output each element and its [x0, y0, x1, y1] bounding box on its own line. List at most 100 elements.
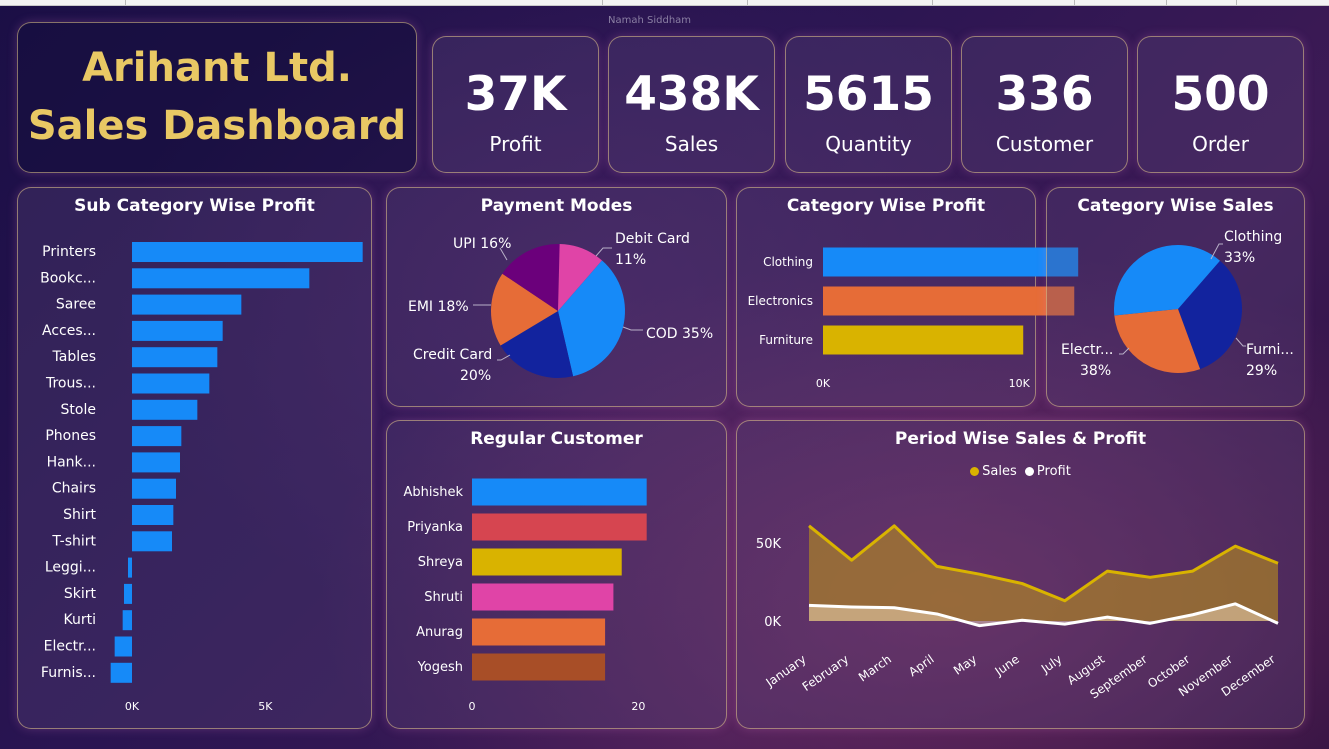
x-tick-label: June: [992, 652, 1022, 679]
kpi-card-customer[interactable]: 336 Customer: [961, 36, 1128, 173]
leader-line: [595, 247, 612, 257]
slice-label: Furni...: [1246, 342, 1294, 358]
slice-label: UPI 16%: [453, 236, 511, 252]
kpi-value: 438K: [624, 67, 759, 122]
leader-line: [1119, 347, 1130, 355]
subcategory-profit-panel[interactable]: Sub Category Wise Profit Printers Bookc..…: [17, 187, 372, 729]
tick-label: 0: [469, 700, 476, 713]
category-label: Printers: [42, 244, 96, 260]
bar[interactable]: [472, 618, 606, 646]
bar[interactable]: [132, 478, 176, 499]
tick-label: 0K: [816, 377, 831, 390]
category-label: Skirt: [64, 586, 97, 602]
category-label: Leggi...: [45, 560, 96, 576]
bar[interactable]: [124, 583, 132, 604]
bar[interactable]: [132, 347, 218, 368]
slice-label: 11%: [615, 252, 646, 268]
bar[interactable]: [472, 583, 614, 611]
kpi-value: 500: [1171, 67, 1270, 122]
author-name: Namah Siddham: [608, 15, 692, 26]
category-label: Phones: [45, 428, 96, 444]
kpi-card-order[interactable]: 500 Order: [1137, 36, 1304, 173]
category-label: Abhishek: [403, 485, 463, 500]
bar[interactable]: [132, 452, 180, 473]
category-label: Shreya: [418, 555, 463, 570]
slice-label: EMI 18%: [408, 299, 469, 315]
x-tick-label: July: [1038, 652, 1065, 676]
dashboard-title-card: Arihant Ltd. Sales Dashboard: [17, 22, 417, 173]
bar[interactable]: [132, 373, 210, 394]
tick-label: 10K: [1009, 377, 1031, 390]
bar[interactable]: [823, 247, 1079, 277]
slice-label: Clothing: [1224, 229, 1282, 245]
bar[interactable]: [132, 505, 174, 525]
ribbon-strip: [0, 0, 1329, 6]
payment-modes-chart[interactable]: COD 35% Credit Card 20% EMI 18% UPI 16% Debit…: [387, 188, 728, 408]
bar[interactable]: [132, 242, 363, 262]
category-label: Furnis...: [41, 665, 96, 681]
tick-label: 5K: [258, 700, 273, 713]
category-profit-panel[interactable]: Category Wise Profit Clothing Electronics…: [736, 187, 1079, 408]
bar[interactable]: [472, 513, 647, 541]
category-label: Priyanka: [407, 520, 463, 535]
bar[interactable]: [132, 268, 310, 289]
x-tick-label: May: [951, 652, 979, 678]
kpi-value: 5615: [803, 67, 934, 122]
category-label: Acces...: [42, 323, 96, 339]
category-sales-panel[interactable]: Category Wise Sales Clothing 33% Furni... 2…: [1046, 187, 1305, 407]
bar[interactable]: [114, 636, 132, 657]
kpi-card-sales[interactable]: 438K Sales: [608, 36, 775, 173]
kpi-label: Profit: [489, 132, 542, 156]
bar[interactable]: [132, 294, 242, 315]
slice-label: 20%: [460, 368, 491, 384]
category-label: Chairs: [52, 481, 96, 497]
kpi-card-quantity[interactable]: 5615 Quantity: [785, 36, 952, 173]
period-sales-profit-panel[interactable]: Period Wise Sales & Profit Sales Profit …: [736, 420, 1305, 729]
bar[interactable]: [132, 531, 172, 552]
x-tick-label: March: [856, 652, 894, 684]
kpi-label: Quantity: [825, 132, 912, 156]
slice-label: 33%: [1224, 250, 1255, 266]
leader-line: [1235, 337, 1246, 347]
y-tick-label: 0K: [764, 615, 781, 630]
category-label: Tables: [52, 349, 97, 365]
bar[interactable]: [132, 426, 182, 447]
dashboard-title-line1: Arihant Ltd.: [82, 45, 352, 91]
regular-customer-chart[interactable]: Abhishek Priyanka Shreya Shruti Anurag Yogesh…: [387, 421, 728, 730]
regular-customer-panel[interactable]: Regular Customer Abhishek Priyanka Shreya S…: [386, 420, 727, 729]
bar[interactable]: [122, 610, 132, 631]
bar[interactable]: [823, 325, 1024, 355]
category-label: Clothing: [763, 255, 813, 269]
leader-line: [622, 326, 643, 331]
bar[interactable]: [132, 399, 198, 420]
slice-label: 29%: [1246, 363, 1277, 379]
category-label: Yogesh: [417, 660, 463, 675]
bar[interactable]: [472, 653, 606, 681]
bar[interactable]: [823, 286, 1075, 316]
bar[interactable]: [128, 557, 132, 578]
category-label: Anurag: [416, 625, 463, 640]
kpi-label: Sales: [664, 132, 719, 156]
category-label: Saree: [56, 297, 96, 313]
tick-label: 0K: [125, 700, 140, 713]
slice-label: COD 35%: [646, 326, 713, 342]
slice-label: Credit Card: [413, 347, 492, 363]
category-label: Furniture: [759, 333, 813, 347]
payment-modes-panel[interactable]: Payment Modes COD 35% Credit Card 20% EMI 1…: [386, 187, 727, 407]
category-sales-chart[interactable]: Clothing 33% Furni... 29% Electr... 38%: [1047, 188, 1306, 408]
category-profit-chart[interactable]: Clothing Electronics Furniture 0K 10K: [737, 188, 1079, 408]
bar[interactable]: [472, 478, 647, 506]
bar[interactable]: [132, 320, 223, 341]
period-sales-profit-chart[interactable]: 0K50KJanuaryFebruary March April May June Jul…: [737, 421, 1306, 730]
dashboard-title-line2: Sales Dashboard: [27, 103, 407, 149]
category-label: Shirt: [63, 507, 96, 523]
bar[interactable]: [472, 548, 622, 576]
kpi-label: Order: [1192, 132, 1249, 156]
slice-label: 38%: [1080, 363, 1111, 379]
y-tick-label: 50K: [756, 537, 782, 552]
subcategory-profit-chart[interactable]: Printers Bookc... Saree Acces... Tables Trous…: [18, 188, 373, 730]
bar[interactable]: [110, 662, 132, 683]
category-label: Trous...: [45, 376, 96, 392]
kpi-card-profit[interactable]: 37K Profit: [432, 36, 599, 173]
x-tick-label: February: [800, 652, 852, 694]
